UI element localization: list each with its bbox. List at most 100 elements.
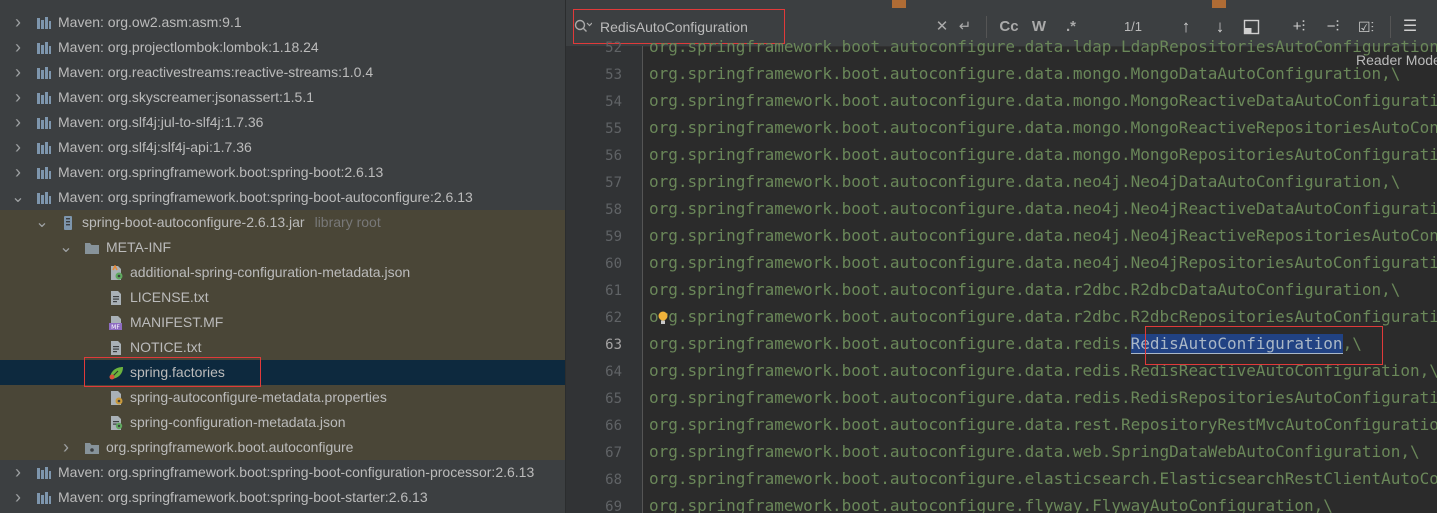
line-number: 54 <box>605 94 622 110</box>
chevron-right-icon[interactable]: › <box>10 10 26 35</box>
chevron-right-icon[interactable]: › <box>58 435 74 460</box>
tree-item[interactable]: › Maven: org.skyscreamer:jsonassert:1.5.1 <box>0 85 565 110</box>
tree-item[interactable]: ⌄ META-INF <box>0 235 565 260</box>
code-line[interactable]: org.springframework.boot.autoconfigure.d… <box>649 37 1437 56</box>
match-count: 1/1 <box>1123 19 1143 34</box>
tree-item[interactable]: › org.springframework.boot.autoconfigure <box>0 435 565 460</box>
line-number: 59 <box>605 229 622 245</box>
chevron-right-icon[interactable]: › <box>10 460 26 485</box>
code-line[interactable]: org.springframework.boot.autoconfigure.d… <box>649 442 1420 461</box>
code-line[interactable]: org.springframework.boot.autoconfigure.d… <box>649 334 1362 354</box>
chevron-right-icon[interactable]: › <box>10 85 26 110</box>
separator <box>986 16 987 38</box>
code-line[interactable]: org.springframework.boot.autoconfigure.d… <box>649 307 1437 326</box>
chevron-right-icon[interactable]: › <box>10 135 26 160</box>
code-line[interactable]: org.springframework.boot.autoconfigure.d… <box>649 145 1437 164</box>
chevron-right-icon[interactable]: › <box>10 485 26 510</box>
tree-item-label: Maven: org.reactivestreams:reactive-stre… <box>58 64 374 80</box>
code-line[interactable]: org.springframework.boot.autoconfigure.d… <box>649 415 1437 434</box>
tree-item[interactable]: › Maven: org.projectlombok:lombok:1.18.24 <box>0 35 565 60</box>
tree-item-label: Maven: org.skyscreamer:jsonassert:1.5.1 <box>58 89 314 105</box>
search-match[interactable]: RedisAutoConfiguration <box>1130 334 1343 354</box>
tree-item-label: Maven: org.springframework.boot:spring-b… <box>58 164 384 180</box>
chevron-right-icon[interactable]: › <box>10 35 26 60</box>
folder-icon <box>84 240 100 256</box>
remove-occurrence-icon[interactable]: −⫶ <box>1322 16 1344 38</box>
match-case-icon[interactable]: Cc <box>998 16 1020 38</box>
new-line-icon[interactable]: ↵ <box>956 16 974 38</box>
code-line[interactable]: org.springframework.boot.autoconfigure.e… <box>649 469 1437 488</box>
filter-icon[interactable]: ☰ <box>1400 16 1420 38</box>
tree-item[interactable]: ⌄ Maven: org.springframework.boot:spring-… <box>0 185 565 210</box>
tree-item[interactable]: MF MANIFEST.MF <box>0 310 565 335</box>
line-number: 67 <box>605 445 622 461</box>
tree-item[interactable]: spring.factories <box>0 360 565 385</box>
tree-item-label: META-INF <box>106 239 172 255</box>
select-all-occurrences-icon[interactable] <box>1243 19 1261 35</box>
code-line[interactable]: org.springframework.boot.autoconfigure.d… <box>649 91 1437 110</box>
line-number: 63 <box>605 337 622 353</box>
chevron-down-icon[interactable]: ⌄ <box>58 235 74 260</box>
code-line[interactable]: org.springframework.boot.autoconfigure.d… <box>649 361 1437 380</box>
tree-item[interactable]: spring-configuration-metadata.json <box>0 410 565 435</box>
tree-item[interactable]: › Maven: org.slf4j:slf4j-api:1.7.36 <box>0 135 565 160</box>
tree-item-label: Maven: org.projectlombok:lombok:1.18.24 <box>58 39 319 55</box>
select-all-icon[interactable]: ☑⫶ <box>1354 16 1378 38</box>
line-number-gutter: 52 53 54 55 56 57 58 59 60 61 62 63 64 65 66 67 68 69 <box>566 40 643 513</box>
tree-item[interactable]: NOTICE.txt <box>0 335 565 360</box>
chevron-right-icon[interactable]: › <box>10 60 26 85</box>
code-line[interactable]: org.springframework.boot.autoconfigure.d… <box>649 226 1437 245</box>
previous-occurrence-icon[interactable]: ↑ <box>1176 16 1196 38</box>
code-line[interactable]: org.springframework.boot.autoconfigure.d… <box>649 253 1437 272</box>
editor-tab-strip[interactable] <box>566 0 1437 8</box>
chevron-down-icon[interactable]: ⌄ <box>10 185 26 210</box>
words-icon[interactable]: W <box>1029 16 1049 38</box>
library-root-hint: library root <box>314 214 381 230</box>
tree-item[interactable]: › Maven: org.springframework.boot:spring-… <box>0 160 565 185</box>
code-line[interactable]: org.springframework.boot.autoconfigure.d… <box>649 199 1437 218</box>
tree-item[interactable]: spring-autoconfigure-metadata.properties <box>0 385 565 410</box>
tree-item-label: org.springframework.boot.autoconfigure <box>106 439 354 455</box>
tree-item[interactable]: › Maven: org.ow2.asm:asm:9.1 <box>0 10 565 35</box>
json-config-icon <box>108 264 124 281</box>
tree-item[interactable]: › Maven: org.springframework.boot:spring-… <box>0 485 565 510</box>
spring-leaf-icon <box>108 365 124 381</box>
tree-item-label: additional-spring-configuration-metadata… <box>130 264 411 280</box>
intention-bulb-icon[interactable] <box>657 311 669 325</box>
reader-mode-label[interactable]: Reader Mode <box>1356 52 1437 68</box>
chevron-down-icon[interactable]: ⌄ <box>34 210 50 235</box>
tree-item-label: spring-configuration-metadata.json <box>130 414 346 430</box>
tree-item[interactable]: › Maven: org.slf4j:jul-to-slf4j:1.7.36 <box>0 110 565 135</box>
line-number: 55 <box>605 121 622 137</box>
tree-item[interactable]: ⌄ spring-boot-autoconfigure-2.6.13.jar lib… <box>0 210 565 235</box>
library-icon <box>36 490 52 506</box>
line-number: 68 <box>605 472 622 488</box>
tree-item-label: spring.factories <box>130 364 225 380</box>
code-line[interactable]: org.springframework.boot.autoconfigure.d… <box>649 388 1437 407</box>
clear-icon[interactable]: ✕ <box>934 16 950 38</box>
tree-item[interactable]: › Maven: org.springframework.boot:spring-… <box>0 460 565 485</box>
chevron-right-icon[interactable]: › <box>10 160 26 185</box>
text-file-icon <box>108 290 124 306</box>
tree-item[interactable]: LICENSE.txt <box>0 285 565 310</box>
code-line[interactable]: org.springframework.boot.autoconfigure.d… <box>649 118 1437 137</box>
code-line[interactable]: org.springframework.boot.autoconfigure.d… <box>649 172 1400 191</box>
text-file-icon <box>108 340 124 356</box>
add-occurrence-icon[interactable]: +⫶ <box>1288 16 1310 38</box>
library-icon <box>36 140 52 156</box>
next-occurrence-icon[interactable]: ↓ <box>1210 16 1230 38</box>
line-number: 53 <box>605 67 622 83</box>
properties-file-icon <box>108 390 124 406</box>
tree-item-label: Maven: org.ow2.asm:asm:9.1 <box>58 14 242 30</box>
tree-item-label: Maven: org.slf4j:jul-to-slf4j:1.7.36 <box>58 114 264 130</box>
tree-item-label: Maven: org.springframework.boot:spring-b… <box>58 464 535 480</box>
tree-item-label: NOTICE.txt <box>130 339 202 355</box>
code-line[interactable]: org.springframework.boot.autoconfigure.d… <box>649 280 1400 299</box>
tree-item[interactable]: › Maven: org.reactivestreams:reactive-str… <box>0 60 565 85</box>
regex-icon[interactable]: .* <box>1060 16 1082 38</box>
tree-item[interactable]: additional-spring-configuration-metadata… <box>0 260 565 285</box>
code-line[interactable]: org.springframework.boot.autoconfigure.d… <box>649 64 1400 83</box>
code-line[interactable]: org.springframework.boot.autoconfigure.f… <box>649 496 1333 513</box>
package-folder-icon <box>84 440 100 456</box>
chevron-right-icon[interactable]: › <box>10 110 26 135</box>
